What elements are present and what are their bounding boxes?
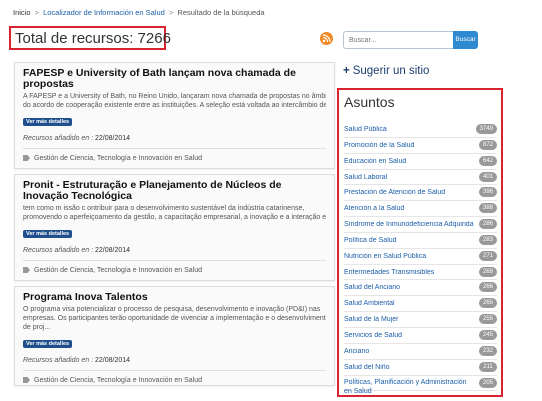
result-card: Pronit - Estruturação e Planejamento de … bbox=[14, 174, 335, 281]
count-badge: 271 bbox=[478, 250, 497, 261]
asuntos-item[interactable]: Promoción de la Salud 872 bbox=[344, 138, 497, 154]
suggest-site-link[interactable]: + Sugerir un sitio bbox=[343, 65, 429, 77]
count-badge: 205 bbox=[478, 377, 497, 388]
asuntos-item-label[interactable]: Salud Laboral bbox=[344, 174, 474, 181]
asuntos-item-label[interactable]: Nutrición en Salud Pública bbox=[344, 253, 474, 260]
result-tag[interactable]: Gestión de Ciencia, Tecnología e Innovac… bbox=[23, 377, 326, 384]
asuntos-item-label[interactable]: Servicios de Salud bbox=[344, 332, 474, 339]
asuntos-item[interactable]: Educación en Salud 642 bbox=[344, 154, 497, 170]
asuntos-item[interactable]: Política de Salud 283 bbox=[344, 233, 497, 249]
count-badge: 269 bbox=[478, 266, 497, 277]
asuntos-title: Asuntos bbox=[344, 94, 395, 110]
result-tag[interactable]: Gestión de Ciencia, Tecnología e Innovac… bbox=[23, 267, 326, 274]
divider bbox=[23, 148, 326, 149]
tag-icon bbox=[23, 267, 30, 273]
asuntos-item-label[interactable]: Salud Pública bbox=[344, 126, 474, 133]
details-button[interactable]: Ver más detalles bbox=[23, 230, 73, 238]
asuntos-item[interactable]: Nutrición en Salud Pública 271 bbox=[344, 249, 497, 265]
asuntos-item-label[interactable]: Política de Salud bbox=[344, 237, 474, 244]
tag-icon bbox=[23, 377, 30, 383]
asuntos-list: Salud Pública 3749 Promoción de la Salud 8… bbox=[344, 122, 497, 395]
details-button[interactable]: Ver más detalles bbox=[23, 340, 73, 348]
count-badge: 286 bbox=[478, 219, 497, 230]
result-title[interactable]: FAPESP e University of Bath lançam nova … bbox=[23, 68, 326, 90]
count-badge: 872 bbox=[478, 139, 497, 150]
asuntos-item[interactable]: Síndrome de Inmunodeficiencia Adquirida 2… bbox=[344, 217, 497, 233]
count-badge: 255 bbox=[478, 314, 497, 325]
rss-icon[interactable] bbox=[320, 32, 333, 45]
divider bbox=[23, 370, 326, 371]
asuntos-item[interactable]: Salud del Anciano 266 bbox=[344, 280, 497, 297]
asuntos-item-label[interactable]: Prestación de Atención de Salud bbox=[344, 189, 474, 196]
asuntos-item-label[interactable]: Anciano bbox=[344, 348, 474, 355]
count-badge: 401 bbox=[478, 171, 497, 182]
total-resources: Total de recursos: 7266 bbox=[9, 26, 171, 50]
search-input[interactable] bbox=[343, 31, 453, 49]
count-badge: 211 bbox=[479, 361, 497, 372]
result-date: Recursos añadido en : 22/08/2014 bbox=[23, 135, 131, 142]
asuntos-item-label[interactable]: Atención a la Salud bbox=[344, 205, 474, 212]
result-summary: A FAPESP e a University of Bath, no Rein… bbox=[23, 93, 326, 109]
asuntos-item[interactable]: Salud de la Mujer 255 bbox=[344, 312, 497, 328]
asuntos-item[interactable]: Políticas, Planificación y Administració… bbox=[344, 376, 497, 395]
asuntos-item-label[interactable]: Educación en Salud bbox=[344, 158, 474, 165]
details-button[interactable]: Ver más detalles bbox=[23, 118, 73, 126]
search-button[interactable]: Buscar bbox=[453, 31, 478, 49]
result-date: Recursos añadido en : 22/08/2014 bbox=[23, 357, 131, 364]
result-summary: tem como m issão c ontribuir para o dese… bbox=[23, 205, 326, 221]
asuntos-item-label[interactable]: Síndrome de Inmunodeficiencia Adquirida bbox=[344, 221, 474, 228]
breadcrumb-separator: > bbox=[168, 8, 174, 17]
asuntos-item-label[interactable]: Políticas, Planificación y Administració… bbox=[344, 378, 474, 396]
count-badge: 396 bbox=[478, 187, 497, 198]
asuntos-item[interactable]: Salud Laboral 401 bbox=[344, 170, 497, 186]
search-form: Buscar bbox=[343, 31, 478, 49]
result-summary: O programa visa potencializar o processo… bbox=[23, 306, 326, 331]
asuntos-item-label[interactable]: Salud de la Mujer bbox=[344, 316, 474, 323]
result-title[interactable]: Pronit - Estruturação e Planejamento de … bbox=[23, 180, 326, 202]
asuntos-item[interactable]: Prestación de Atención de Salud 396 bbox=[344, 185, 497, 202]
result-date: Recursos añadido en : 22/08/2014 bbox=[23, 247, 131, 254]
asuntos-item[interactable]: Enfermedades Transmisibles 269 bbox=[344, 265, 497, 281]
divider bbox=[23, 260, 326, 261]
count-badge: 642 bbox=[478, 155, 497, 166]
breadcrumb-home-link[interactable]: Inicio bbox=[13, 8, 31, 17]
asuntos-panel: Asuntos Salud Pública 3749 Promoción de l… bbox=[337, 88, 503, 397]
result-card: FAPESP e University of Bath lançam nova … bbox=[14, 62, 335, 169]
result-card: Programa Inova Talentos O programa visa … bbox=[14, 286, 335, 386]
breadcrumb-separator: > bbox=[34, 8, 39, 17]
breadcrumb-current: Resultado de la búsqueda bbox=[177, 8, 265, 17]
asuntos-item[interactable]: Atención a la Salud 388 bbox=[344, 201, 497, 218]
count-badge: 283 bbox=[478, 234, 497, 245]
count-badge: 232 bbox=[478, 345, 497, 356]
breadcrumb: Inicio > Localizador de Información en S… bbox=[13, 8, 265, 17]
asuntos-item[interactable]: Servicios de Salud 245 bbox=[344, 328, 497, 344]
count-badge: 245 bbox=[478, 329, 497, 340]
asuntos-item[interactable]: Salud Ambiental 265 bbox=[344, 296, 497, 313]
count-badge: 266 bbox=[478, 282, 497, 293]
asuntos-item[interactable]: Salud del Niño 211 bbox=[344, 360, 497, 376]
asuntos-item-label[interactable]: Salud Ambiental bbox=[344, 300, 474, 307]
asuntos-item-label[interactable]: Salud del Niño bbox=[344, 364, 474, 371]
asuntos-item-label[interactable]: Enfermedades Transmisibles bbox=[344, 269, 474, 276]
count-badge: 265 bbox=[478, 298, 497, 309]
result-title[interactable]: Programa Inova Talentos bbox=[23, 292, 326, 303]
asuntos-item[interactable]: Salud Pública 3749 bbox=[344, 122, 497, 138]
tag-icon bbox=[23, 155, 30, 161]
asuntos-item[interactable]: Anciano 232 bbox=[344, 344, 497, 360]
result-tag[interactable]: Gestión de Ciencia, Tecnología e Innovac… bbox=[23, 155, 326, 162]
count-badge: 3749 bbox=[475, 124, 497, 134]
breadcrumb-section-link[interactable]: Localizador de Información en Salud bbox=[43, 8, 165, 17]
asuntos-item-label[interactable]: Promoción de la Salud bbox=[344, 142, 474, 149]
suggest-site-label: Sugerir un sitio bbox=[352, 65, 430, 77]
count-badge: 388 bbox=[478, 203, 497, 214]
asuntos-item-label[interactable]: Salud del Anciano bbox=[344, 284, 474, 291]
plus-icon: + bbox=[343, 65, 350, 77]
